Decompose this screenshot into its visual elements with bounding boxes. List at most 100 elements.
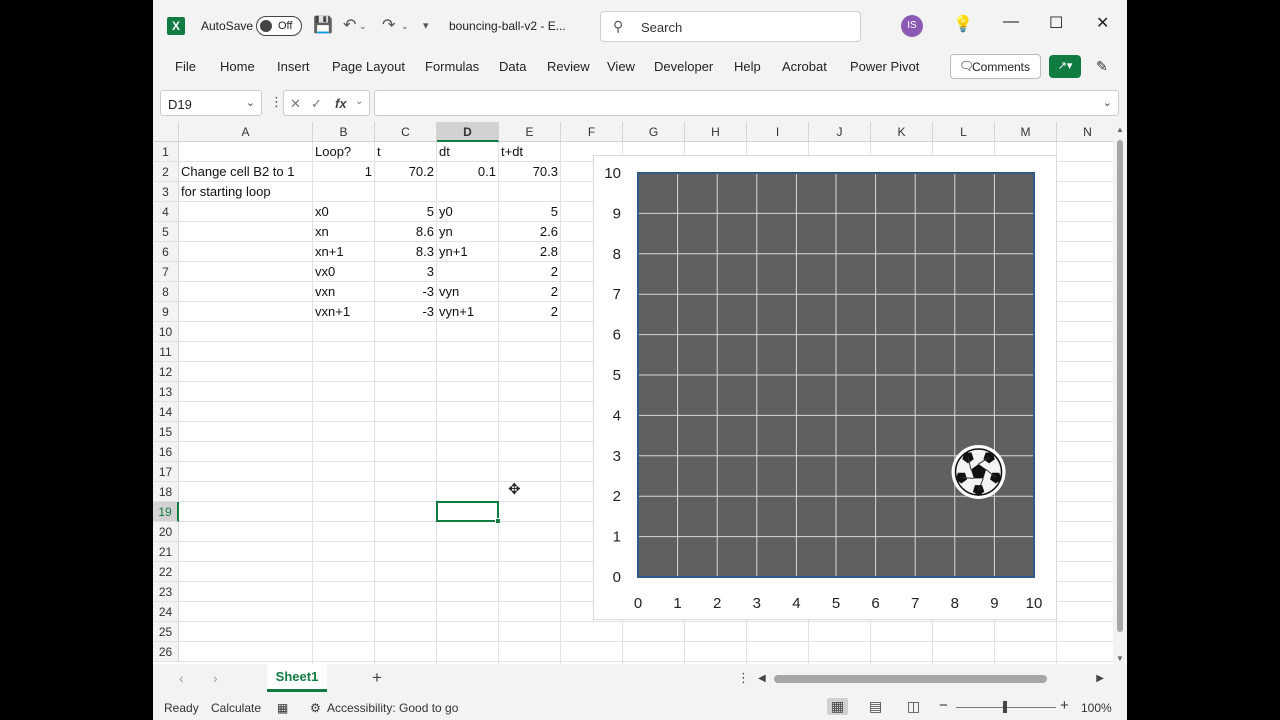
- menu-developer[interactable]: Developer: [654, 59, 713, 74]
- status-calculate[interactable]: Calculate: [211, 701, 261, 715]
- undo-dropdown-icon[interactable]: ⌄: [359, 21, 367, 32]
- cell-c2[interactable]: 70.2: [375, 162, 437, 182]
- row-header-4[interactable]: 4: [153, 202, 179, 222]
- fill-handle[interactable]: [495, 518, 501, 524]
- autosave-toggle[interactable]: Off: [256, 16, 302, 36]
- cell-e4[interactable]: 5: [499, 202, 561, 222]
- column-header-i[interactable]: I: [747, 122, 809, 142]
- row-header-22[interactable]: 22: [153, 562, 179, 582]
- minimize-icon[interactable]: —: [1003, 13, 1019, 31]
- column-header-g[interactable]: G: [623, 122, 685, 142]
- insert-function-button[interactable]: fx: [335, 96, 347, 111]
- cell-d6[interactable]: yn+1: [437, 242, 499, 262]
- horizontal-scroll-thumb[interactable]: [774, 675, 1047, 683]
- maximize-icon[interactable]: ☐: [1049, 13, 1063, 33]
- row-header-12[interactable]: 12: [153, 362, 179, 382]
- cell-b2[interactable]: 1: [313, 162, 375, 182]
- row-header-18[interactable]: 18: [153, 482, 179, 502]
- cell-b8[interactable]: vxn: [313, 282, 375, 302]
- comments-button[interactable]: 🗨 Comments: [950, 54, 1041, 79]
- row-header-9[interactable]: 9: [153, 302, 179, 322]
- lightbulb-icon[interactable]: 💡: [953, 14, 973, 34]
- bouncing-ball-chart[interactable]: 0 1 2 3 4 5 6 7 8 9 10 0 1 2 3 4 5 6 7 8 9 10: [593, 155, 1057, 620]
- cell-a3[interactable]: for starting loop: [179, 182, 271, 202]
- menu-view[interactable]: View: [607, 59, 635, 74]
- row-header-7[interactable]: 7: [153, 262, 179, 282]
- row-header-24[interactable]: 24: [153, 602, 179, 622]
- zoom-slider[interactable]: [956, 701, 1056, 713]
- document-title[interactable]: bouncing-ball-v2 - E...: [449, 19, 566, 33]
- redo-dropdown-icon[interactable]: ⌄: [401, 21, 409, 32]
- zoom-slider-knob[interactable]: [1003, 701, 1007, 713]
- zoom-level[interactable]: 100%: [1081, 701, 1112, 715]
- column-header-j[interactable]: J: [809, 122, 871, 142]
- normal-view-icon[interactable]: ▦: [827, 698, 849, 715]
- menu-home[interactable]: Home: [220, 59, 255, 74]
- scroll-down-icon[interactable]: ▼: [1116, 654, 1124, 663]
- menu-power-pivot[interactable]: Power Pivot: [850, 59, 919, 74]
- column-header-f[interactable]: F: [561, 122, 623, 142]
- scroll-up-icon[interactable]: ▲: [1116, 125, 1124, 134]
- previous-sheet-icon[interactable]: ‹: [179, 670, 184, 686]
- redo-icon[interactable]: ↷: [382, 15, 395, 35]
- row-header-16[interactable]: 16: [153, 442, 179, 462]
- row-header-10[interactable]: 10: [153, 322, 179, 342]
- column-header-e[interactable]: E: [499, 122, 561, 142]
- row-header-11[interactable]: 11: [153, 342, 179, 362]
- cell-d4[interactable]: y0: [437, 202, 499, 222]
- cell-c9[interactable]: -3: [375, 302, 437, 322]
- share-button[interactable]: ↗▾: [1049, 55, 1081, 78]
- more-options-icon[interactable]: ⋮: [270, 94, 283, 110]
- cell-d2[interactable]: 0.1: [437, 162, 499, 182]
- cell-e2[interactable]: 70.3: [499, 162, 561, 182]
- row-header-26[interactable]: 26: [153, 642, 179, 662]
- zoom-out-icon[interactable]: −: [939, 697, 948, 714]
- macro-recording-icon[interactable]: ▦: [277, 701, 288, 715]
- column-header-b[interactable]: B: [313, 122, 375, 142]
- status-accessibility[interactable]: Accessibility: Good to go: [327, 701, 458, 715]
- row-header-21[interactable]: 21: [153, 542, 179, 562]
- row-header-23[interactable]: 23: [153, 582, 179, 602]
- close-icon[interactable]: ✕: [1096, 13, 1109, 33]
- cell-c1[interactable]: t: [375, 142, 437, 162]
- cell-e5[interactable]: 2.6: [499, 222, 561, 242]
- worksheet-grid[interactable]: ABCDEFGHIJKLMN 1 2 3 4 5 6 7 8 9 10 11 12 13 14 15 16 17…: [153, 122, 1127, 664]
- sheet-tab-sheet1[interactable]: Sheet1: [267, 664, 327, 692]
- cell-d5[interactable]: yn: [437, 222, 499, 242]
- cell-c8[interactable]: -3: [375, 282, 437, 302]
- customize-toolbar-icon[interactable]: ▾: [423, 19, 429, 32]
- cell-d8[interactable]: vyn: [437, 282, 499, 302]
- add-sheet-icon[interactable]: +: [372, 668, 382, 688]
- cell-b9[interactable]: vxn+1: [313, 302, 375, 322]
- next-sheet-icon[interactable]: ›: [213, 670, 218, 686]
- cell-c6[interactable]: 8.3: [375, 242, 437, 262]
- menu-data[interactable]: Data: [499, 59, 526, 74]
- column-header-l[interactable]: L: [933, 122, 995, 142]
- cell-e7[interactable]: 2: [499, 262, 561, 282]
- cell-d9[interactable]: vyn+1: [437, 302, 499, 322]
- page-break-view-icon[interactable]: ◫: [907, 698, 920, 715]
- zoom-in-icon[interactable]: +: [1060, 697, 1069, 714]
- cell-b4[interactable]: x0: [313, 202, 375, 222]
- cell-b7[interactable]: vx0: [313, 262, 375, 282]
- expand-formula-icon[interactable]: ⌄: [1103, 96, 1112, 109]
- user-avatar[interactable]: IS: [901, 15, 923, 37]
- menu-page-layout[interactable]: Page Layout: [332, 59, 405, 74]
- cell-b6[interactable]: xn+1: [313, 242, 375, 262]
- menu-review[interactable]: Review: [547, 59, 590, 74]
- cancel-icon[interactable]: ✕: [290, 96, 301, 112]
- vertical-scroll-thumb[interactable]: [1117, 140, 1123, 632]
- menu-formulas[interactable]: Formulas: [425, 59, 479, 74]
- column-header-c[interactable]: C: [375, 122, 437, 142]
- cell-e6[interactable]: 2.8: [499, 242, 561, 262]
- save-icon[interactable]: 💾: [313, 15, 333, 35]
- select-all-corner[interactable]: [153, 122, 179, 142]
- menu-insert[interactable]: Insert: [277, 59, 310, 74]
- row-header-8[interactable]: 8: [153, 282, 179, 302]
- menu-file[interactable]: File: [175, 59, 196, 74]
- menu-acrobat[interactable]: Acrobat: [782, 59, 827, 74]
- formula-input[interactable]: ⌄: [374, 90, 1119, 116]
- cell-e1[interactable]: t+dt: [499, 142, 561, 162]
- row-header-13[interactable]: 13: [153, 382, 179, 402]
- row-header-6[interactable]: 6: [153, 242, 179, 262]
